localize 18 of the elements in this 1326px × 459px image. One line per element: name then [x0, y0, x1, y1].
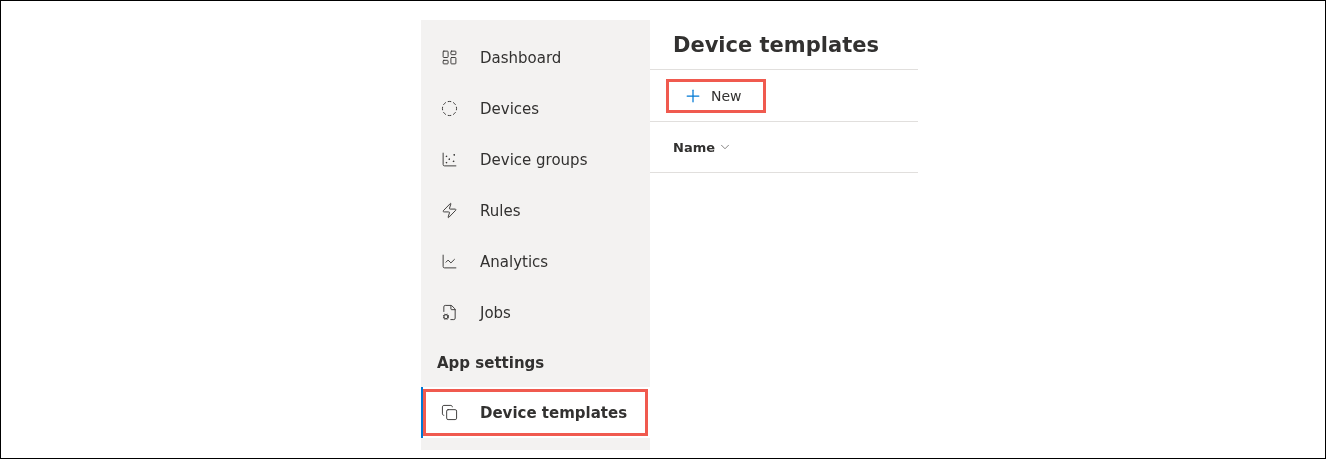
nav-item[interactable]: Jobs [421, 287, 650, 338]
copy-icon [441, 404, 458, 421]
nav-item[interactable]: Rules [421, 185, 650, 236]
dot-chart-icon [441, 151, 458, 168]
line-chart-icon [441, 253, 458, 270]
dashboard-icon [441, 49, 458, 66]
nav-item[interactable]: Device groups [421, 134, 650, 185]
nav-item[interactable]: Devices [421, 83, 650, 134]
nav-item[interactable]: Dashboard [421, 32, 650, 83]
new-button[interactable]: New [666, 78, 766, 113]
circle-icon [441, 100, 458, 117]
file-gear-icon [441, 304, 458, 321]
bolt-icon [441, 202, 458, 219]
section-header: App settings [436, 352, 546, 374]
nav-item[interactable]: Device templates [421, 387, 650, 438]
nav-item[interactable]: Analytics [421, 236, 650, 287]
column-header[interactable]: Name [673, 139, 715, 155]
page-title: Device templates [650, 20, 918, 70]
